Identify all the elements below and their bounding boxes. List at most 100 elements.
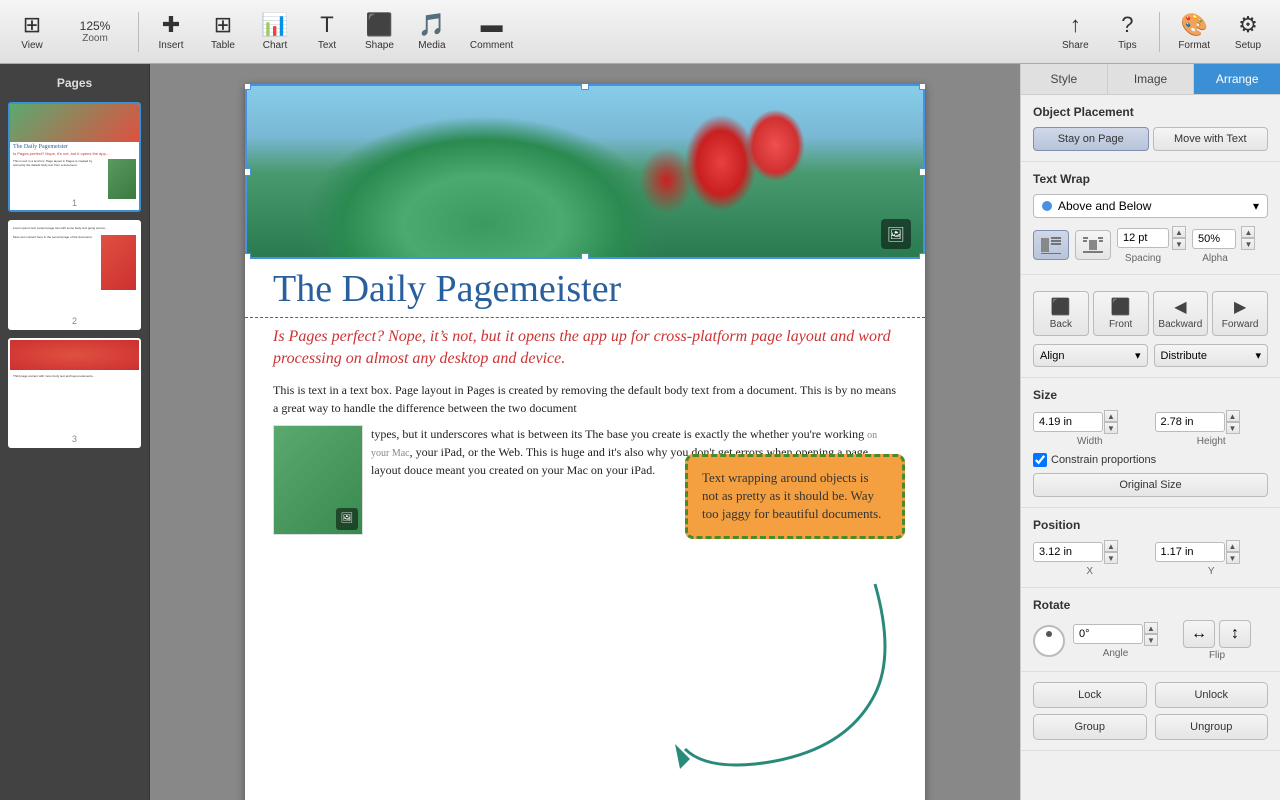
- spacing-down-button[interactable]: ▼: [1172, 238, 1186, 250]
- share-icon: ↑: [1070, 12, 1081, 38]
- flip-buttons: ↔ ↕: [1183, 620, 1251, 648]
- x-input[interactable]: [1033, 542, 1103, 562]
- unlock-button[interactable]: Unlock: [1155, 682, 1269, 708]
- view-button[interactable]: ⊞ View: [8, 6, 56, 58]
- tab-arrange[interactable]: Arrange: [1194, 64, 1280, 94]
- alpha-down-button[interactable]: ▼: [1241, 238, 1255, 250]
- object-placement-section: Object Placement Stay on Page Move with …: [1021, 95, 1280, 162]
- inline-image[interactable]: 🖼: [273, 425, 363, 535]
- resize-handle-ml[interactable]: [245, 168, 251, 176]
- page-thumbnail-3[interactable]: Third page content with more body text a…: [8, 338, 141, 448]
- lock-button[interactable]: Lock: [1033, 682, 1147, 708]
- spacing-input[interactable]: [1117, 228, 1169, 248]
- tips-button[interactable]: ? Tips: [1103, 6, 1151, 58]
- forward-icon: ▶: [1234, 297, 1246, 317]
- distribute-dropdown[interactable]: Distribute ▾: [1154, 344, 1269, 367]
- width-input-row: ▲ ▼: [1033, 410, 1147, 434]
- media-button[interactable]: 🎵 Media: [408, 6, 456, 58]
- flip-horizontal-button[interactable]: ↔: [1183, 620, 1215, 648]
- wrap-text-fit-button[interactable]: [1033, 230, 1069, 260]
- y-up-button[interactable]: ▲: [1226, 540, 1240, 552]
- x-up-button[interactable]: ▲: [1104, 540, 1118, 552]
- angle-up-button[interactable]: ▲: [1144, 622, 1158, 634]
- width-stepper[interactable]: ▲ ▼: [1104, 410, 1118, 434]
- rotate-section: Rotate ▲ ▼ Angle: [1021, 588, 1280, 672]
- toolbar-divider-1: [138, 12, 139, 52]
- group-button[interactable]: Group: [1033, 714, 1147, 740]
- align-dropdown[interactable]: Align ▾: [1033, 344, 1148, 367]
- shape-button[interactable]: ⬛ Shape: [355, 6, 404, 58]
- header-image[interactable]: 🖼: [245, 84, 925, 259]
- back-button[interactable]: ⬛ Back: [1033, 291, 1089, 336]
- format-button[interactable]: 🎨 Format: [1168, 6, 1220, 58]
- stay-on-page-button[interactable]: Stay on Page: [1033, 127, 1149, 151]
- angle-input[interactable]: [1073, 624, 1143, 644]
- width-up-button[interactable]: ▲: [1104, 410, 1118, 422]
- canvas-area[interactable]: 🖼 The Daily Pagemeister Is Pages perfect…: [150, 64, 1020, 800]
- page-thumbnail-1[interactable]: The Daily Pagemeister Is Pages perfect? …: [8, 102, 141, 212]
- width-down-button[interactable]: ▼: [1104, 422, 1118, 434]
- constrain-checkbox[interactable]: [1033, 453, 1047, 467]
- main-area: Pages The Daily Pagemeister Is Pages per…: [0, 64, 1280, 800]
- backward-button[interactable]: ◀ Backward: [1153, 291, 1209, 336]
- y-stepper[interactable]: ▲ ▼: [1226, 540, 1240, 564]
- x-field: ▲ ▼ X: [1033, 540, 1147, 577]
- x-stepper[interactable]: ▲ ▼: [1104, 540, 1118, 564]
- resize-handle-bm[interactable]: [581, 253, 589, 259]
- spacing-stepper[interactable]: ▲ ▼: [1172, 226, 1186, 250]
- pages-sidebar: Pages The Daily Pagemeister Is Pages per…: [0, 64, 150, 800]
- height-input[interactable]: [1155, 412, 1225, 432]
- resize-handle-mr[interactable]: [919, 168, 925, 176]
- object-placement-title: Object Placement: [1033, 105, 1268, 119]
- angle-stepper[interactable]: ▲ ▼: [1144, 622, 1158, 646]
- alpha-label: Alpha: [1193, 253, 1237, 264]
- text-wrap-section: Text Wrap Above and Below ▾: [1021, 162, 1280, 275]
- flip-vertical-button[interactable]: ↕: [1219, 620, 1251, 648]
- forward-label: Forward: [1222, 319, 1259, 330]
- front-button[interactable]: ⬛ Front: [1093, 291, 1149, 336]
- move-with-text-button[interactable]: Move with Text: [1153, 127, 1269, 151]
- angle-down-button[interactable]: ▼: [1144, 634, 1158, 646]
- document-title: The Daily Pagemeister: [245, 259, 925, 318]
- text-button[interactable]: T Text: [303, 6, 351, 58]
- height-up-button[interactable]: ▲: [1226, 410, 1240, 422]
- resize-handle-tm[interactable]: [581, 84, 589, 90]
- alpha-stepper[interactable]: ▲ ▼: [1241, 226, 1255, 250]
- zoom-control[interactable]: 125% Zoom: [60, 15, 130, 48]
- alpha-input[interactable]: [1192, 229, 1236, 249]
- insert-button[interactable]: ✚ Insert: [147, 6, 195, 58]
- callout-box[interactable]: Text wrapping around objects is not as p…: [685, 454, 905, 539]
- original-size-button[interactable]: Original Size: [1033, 473, 1268, 497]
- wrap-around-button[interactable]: [1075, 230, 1111, 260]
- comment-button[interactable]: ▬ Comment: [460, 6, 523, 58]
- alpha-up-button[interactable]: ▲: [1241, 226, 1255, 238]
- y-input[interactable]: [1155, 542, 1225, 562]
- height-down-button[interactable]: ▼: [1226, 422, 1240, 434]
- distribute-label: Distribute: [1161, 350, 1207, 362]
- table-button[interactable]: ⊞ Table: [199, 6, 247, 58]
- share-button[interactable]: ↑ Share: [1051, 6, 1099, 58]
- tab-style[interactable]: Style: [1021, 64, 1108, 94]
- y-down-button[interactable]: ▼: [1226, 552, 1240, 564]
- y-input-row: ▲ ▼: [1155, 540, 1269, 564]
- tab-image[interactable]: Image: [1108, 64, 1195, 94]
- chart-button[interactable]: 📊 Chart: [251, 6, 299, 58]
- ungroup-button[interactable]: Ungroup: [1155, 714, 1269, 740]
- setup-button[interactable]: ⚙ Setup: [1224, 6, 1272, 58]
- resize-handle-bl[interactable]: [245, 253, 251, 259]
- rotate-dial[interactable]: [1033, 625, 1065, 657]
- height-label: Height: [1155, 436, 1269, 447]
- text-icon: T: [320, 12, 333, 38]
- spacing-up-button[interactable]: ▲: [1172, 226, 1186, 238]
- resize-handle-tl[interactable]: [245, 84, 251, 90]
- text-wrap-dropdown[interactable]: Above and Below ▾: [1033, 194, 1268, 218]
- width-input[interactable]: [1033, 412, 1103, 432]
- x-down-button[interactable]: ▼: [1104, 552, 1118, 564]
- height-stepper[interactable]: ▲ ▼: [1226, 410, 1240, 434]
- arrange-buttons-row: ⬛ Back ⬛ Front ◀ Backward ▶ Forward: [1033, 291, 1268, 336]
- wrap-indicator-dot: [1042, 201, 1052, 211]
- resize-handle-tr[interactable]: [919, 84, 925, 90]
- resize-handle-br[interactable]: [919, 253, 925, 259]
- forward-button[interactable]: ▶ Forward: [1212, 291, 1268, 336]
- page-thumbnail-2[interactable]: Lorem ipsum text content page two with s…: [8, 220, 141, 330]
